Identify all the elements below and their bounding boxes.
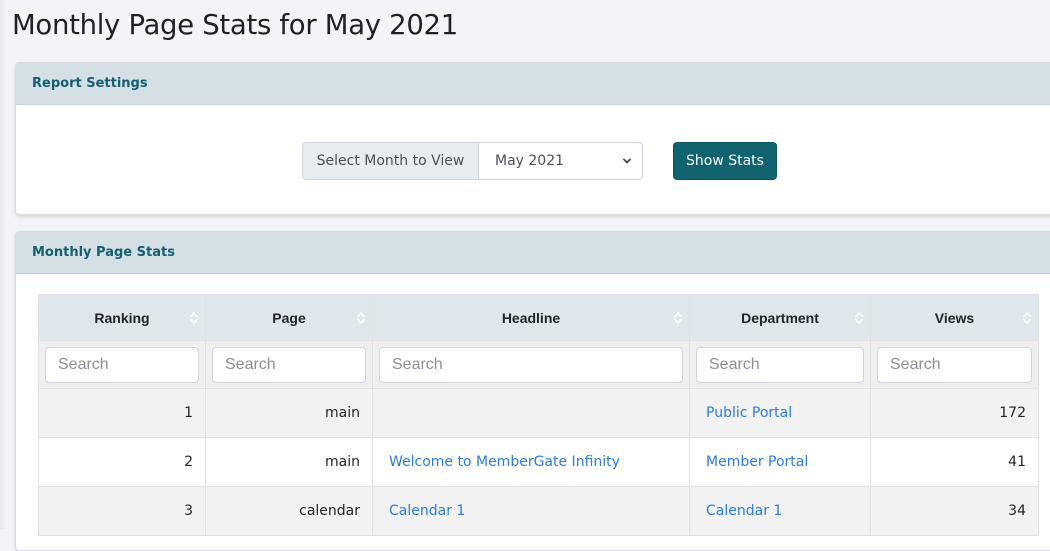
search-ranking-input[interactable] — [45, 346, 199, 383]
cell-ranking: 2 — [38, 437, 206, 487]
cell-department: Member Portal — [689, 437, 871, 487]
show-stats-button[interactable]: Show Stats — [673, 142, 777, 180]
headline-link[interactable]: Calendar 1 — [389, 503, 465, 519]
cell-department: Calendar 1 — [689, 486, 871, 536]
column-header-label: Headline — [501, 309, 561, 326]
cell-headline: Welcome to MemberGate Infinity — [372, 437, 690, 487]
column-header-label: Page — [272, 309, 306, 326]
search-cell — [205, 340, 373, 389]
search-row — [38, 340, 1039, 389]
search-views-input[interactable] — [877, 346, 1032, 383]
department-link[interactable]: Member Portal — [706, 454, 808, 470]
table-row: 3 calendar Calendar 1 Calendar 1 34 — [38, 486, 1039, 536]
department-link[interactable]: Public Portal — [706, 405, 792, 421]
cell-page: calendar — [205, 486, 373, 536]
cell-page: main — [205, 437, 373, 487]
column-header-label: Ranking — [94, 309, 150, 326]
left-edge — [0, 0, 8, 529]
cell-views: 34 — [870, 486, 1039, 536]
report-settings-card: Report Settings Select Month to View May… — [15, 62, 1050, 215]
sort-icon — [673, 310, 683, 325]
search-cell — [689, 340, 871, 389]
cell-views: 172 — [870, 388, 1039, 438]
chevron-down-icon — [622, 158, 632, 164]
sort-icon — [1022, 310, 1032, 325]
sort-icon — [189, 310, 199, 325]
search-cell — [870, 340, 1039, 389]
cell-ranking: 1 — [38, 388, 206, 438]
table-row: 2 main Welcome to MemberGate Infinity Me… — [38, 437, 1039, 487]
month-select[interactable]: May 2021 — [479, 142, 643, 180]
month-selector-row: Select Month to View May 2021 Show Stats — [302, 142, 777, 180]
sort-icon — [356, 310, 366, 325]
column-header-label: Views — [934, 309, 975, 326]
table-header-row: Ranking Page Headline Department Views — [38, 294, 1039, 341]
cell-headline — [372, 388, 690, 438]
page-title: Monthly Page Stats for May 2021 — [12, 9, 458, 41]
table-row: 1 main Public Portal 172 — [38, 388, 1039, 438]
column-header-page[interactable]: Page — [205, 294, 373, 341]
sort-icon — [854, 310, 864, 325]
month-input-group: Select Month to View May 2021 — [302, 142, 643, 180]
column-header-views[interactable]: Views — [870, 294, 1039, 341]
search-headline-input[interactable] — [379, 346, 683, 383]
column-header-ranking[interactable]: Ranking — [38, 294, 206, 341]
report-settings-header: Report Settings — [16, 63, 1050, 105]
headline-link[interactable]: Welcome to MemberGate Infinity — [389, 454, 620, 470]
search-cell — [38, 340, 206, 389]
cell-headline: Calendar 1 — [372, 486, 690, 536]
cell-ranking: 3 — [38, 486, 206, 536]
search-department-input[interactable] — [696, 346, 864, 383]
department-link[interactable]: Calendar 1 — [706, 503, 782, 519]
search-cell — [372, 340, 690, 389]
monthly-page-stats-header: Monthly Page Stats — [16, 232, 1050, 274]
column-header-headline[interactable]: Headline — [372, 294, 690, 341]
select-month-label: Select Month to View — [302, 142, 479, 180]
column-header-label: Department — [741, 309, 819, 326]
cell-page: main — [205, 388, 373, 438]
cell-views: 41 — [870, 437, 1039, 487]
column-header-department[interactable]: Department — [689, 294, 871, 341]
monthly-page-stats-card: Monthly Page Stats Ranking Page Headline — [15, 231, 1050, 551]
stats-table: Ranking Page Headline Department Views S… — [38, 294, 1039, 536]
search-page-input[interactable] — [212, 346, 366, 383]
month-select-value: May 2021 — [495, 153, 565, 169]
cell-department: Public Portal — [689, 388, 871, 438]
